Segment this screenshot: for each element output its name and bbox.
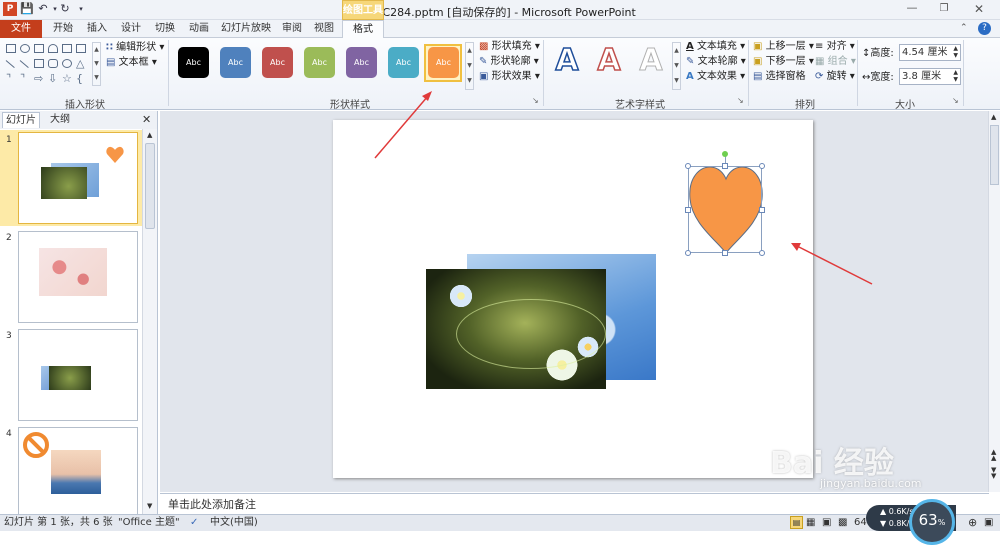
view-sorter-icon[interactable]: ▦ — [806, 515, 815, 531]
slide-info: 幻灯片 第 1 张，共 6 张 — [4, 517, 113, 528]
cpu-value: 63 — [918, 511, 938, 529]
cpu-gauge: 63% — [909, 499, 955, 545]
arrow-to-heart — [791, 243, 873, 285]
status-bar: 幻灯片 第 1 张，共 6 张 "Office 主题" ✓ 中文(中国) ▤ ▦… — [0, 514, 1000, 531]
view-slideshow-icon[interactable]: ▩ — [838, 515, 847, 531]
notes-area[interactable]: 单击此处添加备注 — [160, 493, 989, 514]
baidu-watermark-logo: Bai 经验 — [770, 446, 894, 481]
notes-placeholder: 单击此处添加备注 — [168, 498, 256, 511]
theme-name[interactable]: "Office 主题" — [118, 515, 180, 531]
zoom-level[interactable]: 64 — [854, 515, 867, 531]
fit-slide-icon[interactable]: ▣ — [984, 515, 993, 531]
zoom-in-icon[interactable]: ⊕ — [968, 515, 977, 531]
baidu-watermark-url: jingyan.baidu.com — [820, 477, 922, 490]
cpu-unit: % — [937, 518, 946, 527]
spellcheck-icon[interactable]: ✓ — [190, 515, 198, 531]
net-up: ▲ 0.6K/s — [880, 507, 914, 516]
view-normal-icon[interactable]: ▤ — [790, 516, 803, 529]
view-reading-icon[interactable]: ▣ — [822, 515, 831, 531]
language[interactable]: 中文(中国) — [210, 515, 258, 531]
arrow-to-style-preset — [374, 91, 432, 159]
